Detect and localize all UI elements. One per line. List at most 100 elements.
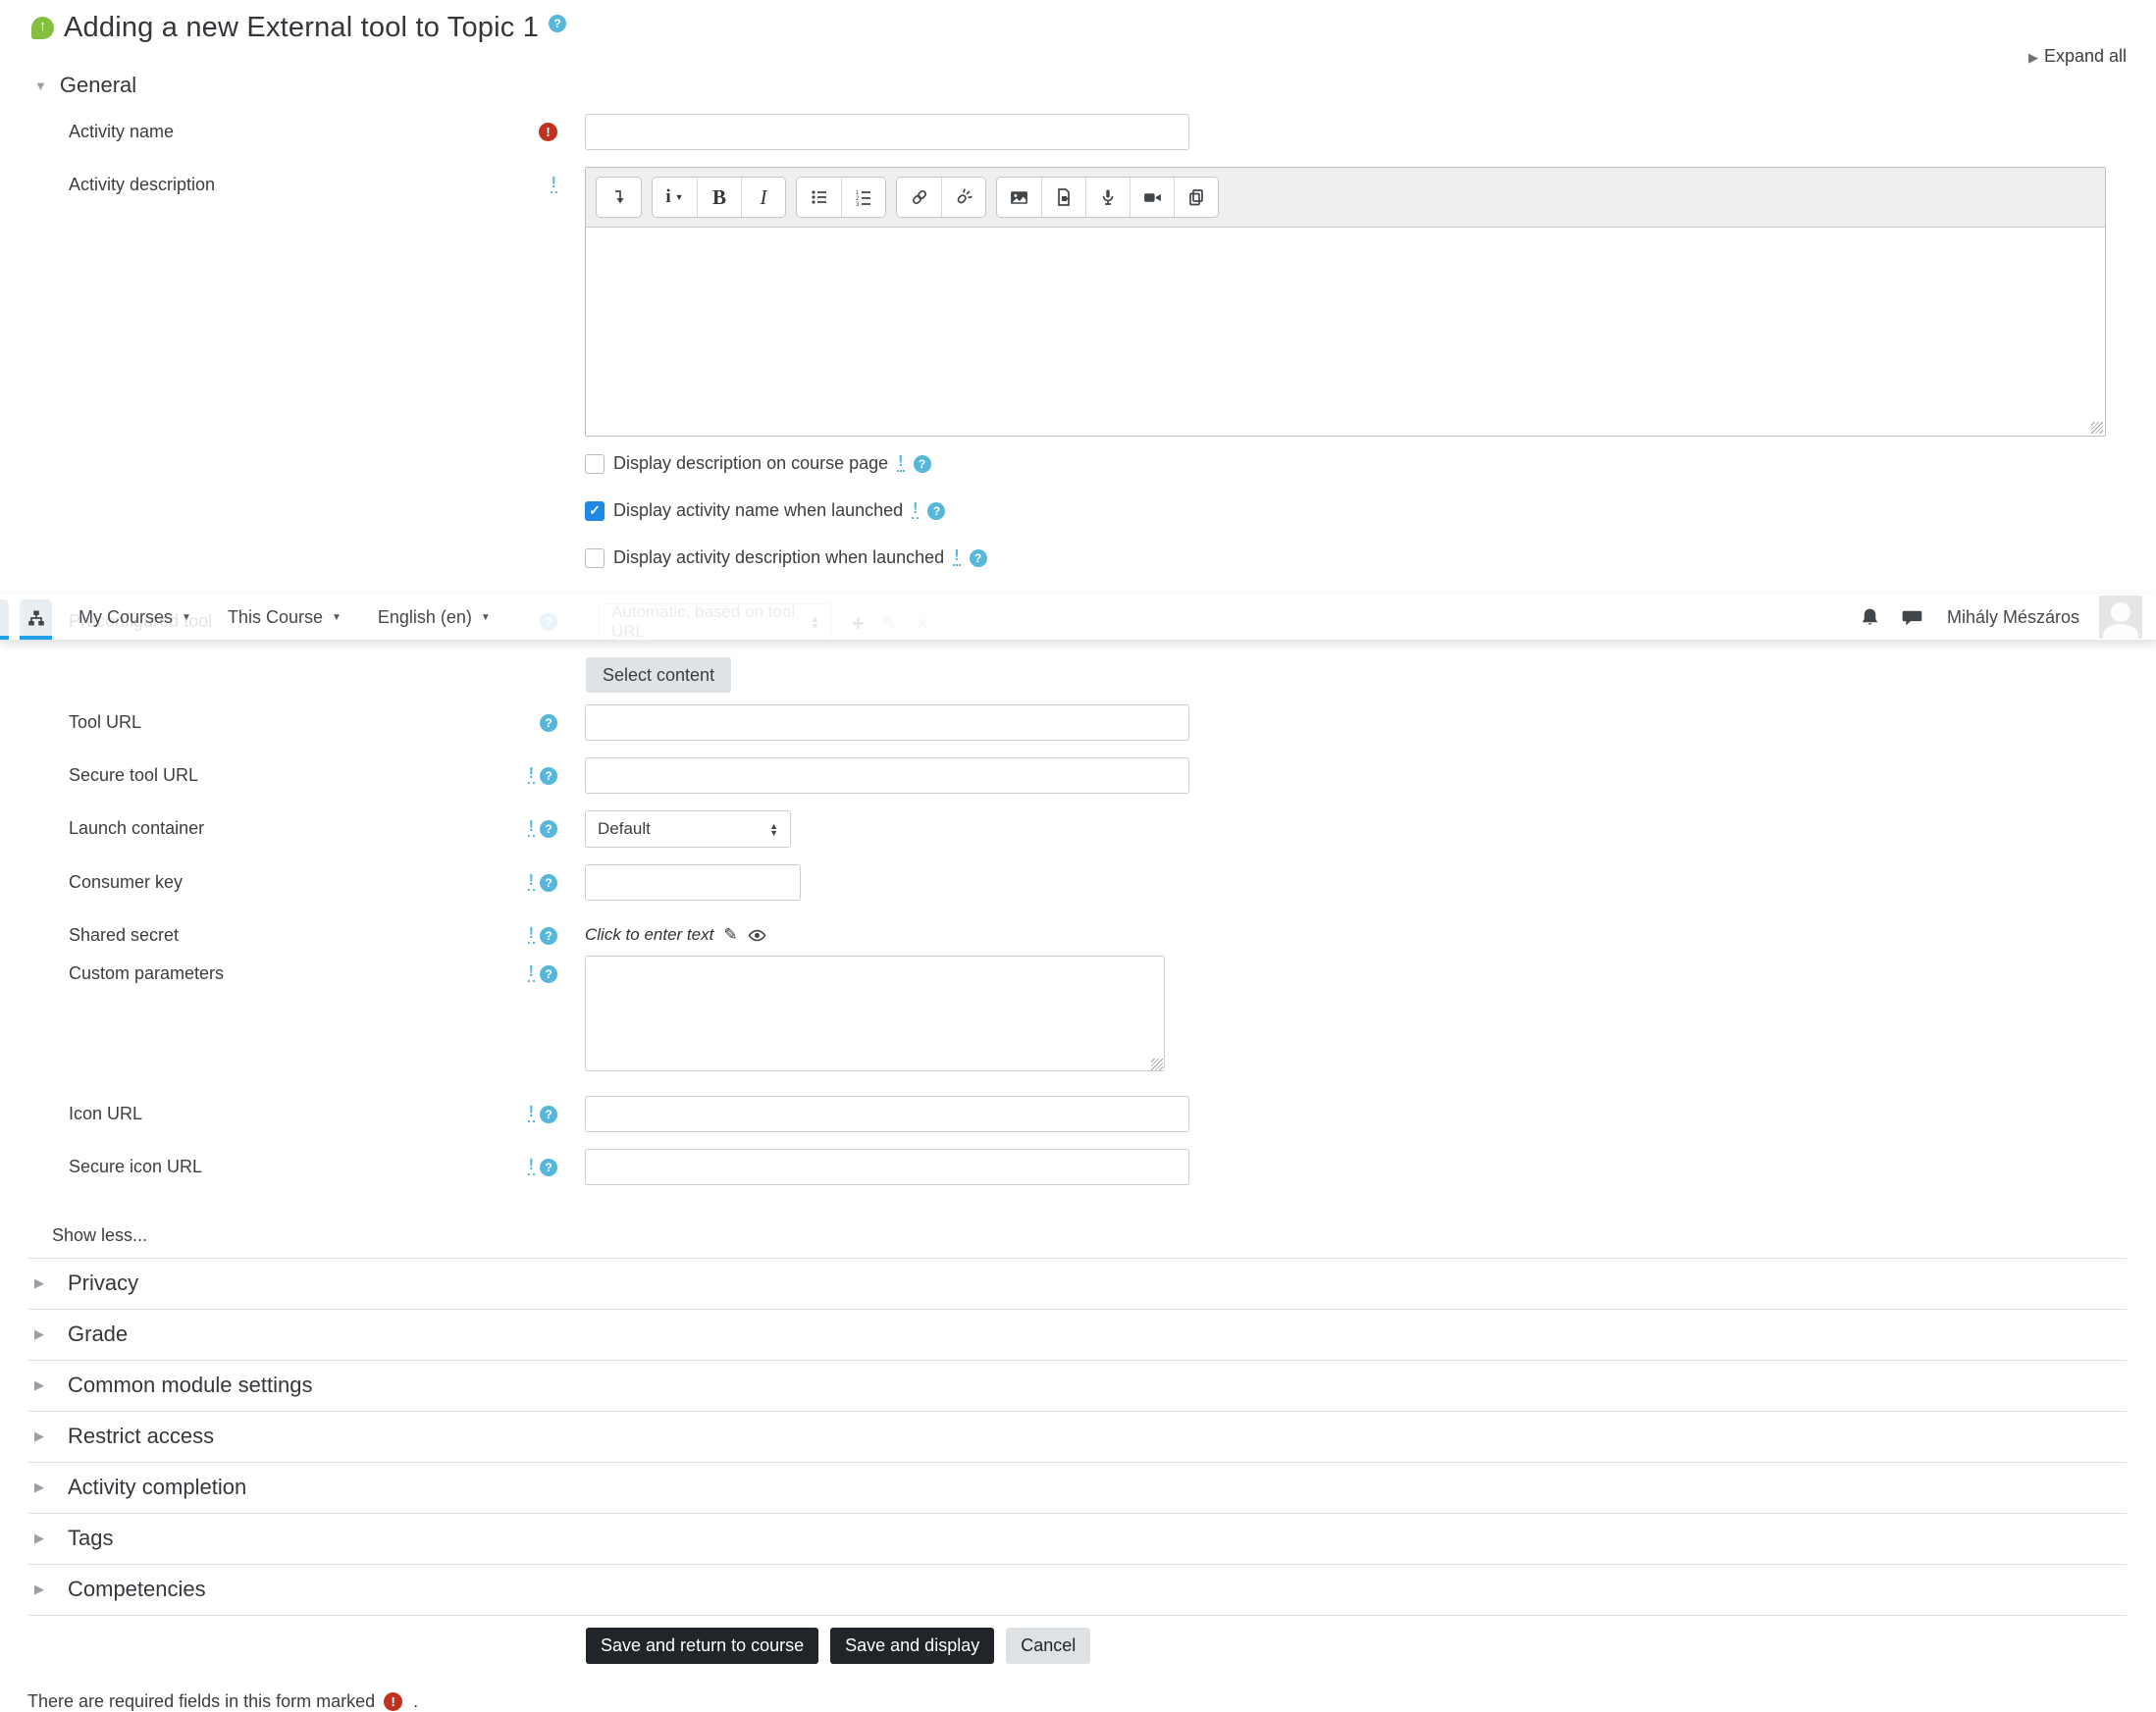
tool-url-input[interactable] [585,704,1189,741]
page: ↑ Adding a new External tool to Topic 1 … [0,0,2156,1712]
stale-flag-icon[interactable]: ! [527,1158,535,1175]
required-fields-note: There are required fields in this form m… [27,1691,419,1711]
help-icon[interactable]: ? [549,14,567,32]
display-activity-description-checkbox[interactable]: ✓ [585,547,605,568]
shared-secret-value[interactable]: Click to enter text [585,925,713,945]
chevron-right-icon: ▶ [34,1428,44,1443]
show-less-link[interactable]: Show less... [52,1225,147,1246]
save-display-button[interactable]: Save and display [830,1628,995,1664]
save-return-button[interactable]: Save and return to course [586,1628,819,1664]
help-icon[interactable]: ? [540,766,557,785]
section-general[interactable]: ▼ General [34,73,2127,98]
shared-secret-label: Shared secret [69,925,180,945]
help-icon[interactable]: ? [913,454,931,473]
stale-flag-icon[interactable]: ! [527,819,535,837]
link-icon[interactable] [897,178,941,217]
help-icon[interactable]: ? [540,1105,557,1123]
insert-media-icon[interactable] [1041,178,1085,217]
field-row-activity-name: Activity name ! [27,114,2127,150]
secure-icon-url-input[interactable] [585,1149,1189,1185]
show-secret-eye-icon[interactable] [748,926,766,945]
help-icon[interactable]: ? [540,964,557,983]
help-icon[interactable]: ? [540,1158,557,1176]
checkbox-label: Display description on course page [613,453,889,473]
section-grade[interactable]: ▶ Grade [27,1310,2127,1361]
display-description-checkbox[interactable]: ✓ [585,453,605,474]
stale-flag-icon[interactable]: ! [527,926,535,944]
help-icon[interactable]: ? [969,548,987,567]
help-icon[interactable]: ? [927,501,946,520]
icon-url-input[interactable] [585,1096,1189,1132]
secure-icon-url-label: Secure icon URL [69,1157,203,1176]
nav-my-courses[interactable]: My Courses ▼ [79,607,191,628]
launch-container-label: Launch container [69,818,205,838]
display-activity-name-checkbox[interactable]: ✓ [585,500,605,521]
activity-description-label: Activity description [69,175,216,194]
sitemap-icon[interactable] [20,599,52,640]
italic-icon[interactable]: I [741,178,785,217]
nav-language[interactable]: English (en) ▼ [378,607,491,628]
nav-tab-partial[interactable] [0,599,9,640]
paragraph-styles-icon[interactable]: i ▼ [653,178,697,217]
collapse-toolbar-icon[interactable] [597,178,641,217]
user-name[interactable]: Mihály Mészáros [1947,607,2079,628]
cancel-button[interactable]: Cancel [1006,1628,1091,1664]
notifications-bell-icon[interactable] [1859,606,1881,629]
field-row-icon-url: Icon URL !? [27,1096,2127,1132]
consumer-key-input[interactable] [585,864,801,901]
activity-name-label: Activity name [69,122,175,141]
chevron-down-icon: ▼ [182,611,191,623]
help-icon[interactable]: ? [540,819,557,838]
section-common-module-settings[interactable]: ▶ Common module settings [27,1361,2127,1412]
resize-handle[interactable] [1151,1059,1163,1070]
expand-all[interactable]: ▶ Expand all [27,46,2127,67]
custom-parameters-label: Custom parameters [69,963,225,983]
help-icon[interactable]: ? [540,873,557,892]
ordered-list-icon[interactable]: 123 [841,178,885,217]
avatar[interactable] [2099,596,2142,639]
form-actions: Save and return to course Save and displ… [586,1628,2127,1664]
launch-container-select[interactable]: Default ▲ ▼ [585,810,791,848]
stale-flag-icon[interactable]: ! [912,501,920,519]
chevron-right-icon: ▶ [34,1326,44,1341]
section-privacy[interactable]: ▶ Privacy [27,1259,2127,1310]
field-row-activity-description: Activity description ! i ▼ B I 1 2 3 [27,167,2127,437]
stale-flag-icon[interactable]: ! [550,176,557,193]
checkbox-row-display-description-launched: ✓ Display activity description when laun… [27,547,2127,568]
section-competencies[interactable]: ▶ Competencies [27,1565,2127,1616]
secure-tool-url-input[interactable] [585,757,1189,794]
chevron-right-icon: ▶ [34,1582,44,1596]
stale-flag-icon[interactable]: ! [897,454,905,472]
edit-pencil-icon[interactable]: ✎ [723,925,737,945]
editor-content-area[interactable] [586,228,2105,436]
record-video-icon[interactable] [1130,178,1174,217]
stale-flag-icon[interactable]: ! [527,873,535,891]
chevron-down-icon: ▼ [34,78,47,93]
resize-handle[interactable] [2091,422,2103,434]
manage-files-icon[interactable] [1174,178,1218,217]
record-audio-icon[interactable] [1085,178,1130,217]
help-icon[interactable]: ? [540,926,557,945]
unlink-icon[interactable] [941,178,985,217]
unordered-list-icon[interactable] [797,178,841,217]
insert-image-icon[interactable] [997,178,1041,217]
editor-toolbar: i ▼ B I 123 [586,168,2105,228]
section-tags[interactable]: ▶ Tags [27,1514,2127,1565]
nav-this-course[interactable]: This Course ▼ [228,607,342,628]
bold-icon[interactable]: B [697,178,741,217]
section-restrict-access[interactable]: ▶ Restrict access [27,1412,2127,1463]
secure-tool-url-label: Secure tool URL [69,765,199,785]
select-content-button[interactable]: Select content [586,657,732,693]
help-icon[interactable]: ? [540,713,557,732]
messages-icon[interactable] [1901,606,1923,629]
section-activity-completion[interactable]: ▶ Activity completion [27,1463,2127,1514]
chevron-right-icon: ▶ [34,1479,44,1494]
stale-flag-icon[interactable]: ! [527,1105,535,1122]
stale-flag-icon[interactable]: ! [953,548,961,566]
activity-name-input[interactable] [585,114,1189,150]
custom-parameters-textarea[interactable] [585,956,1165,1071]
stale-flag-icon[interactable]: ! [527,766,535,784]
chevron-right-icon: ▶ [34,1530,44,1545]
external-tool-icon: ↑ [31,17,54,39]
stale-flag-icon[interactable]: ! [527,964,535,982]
